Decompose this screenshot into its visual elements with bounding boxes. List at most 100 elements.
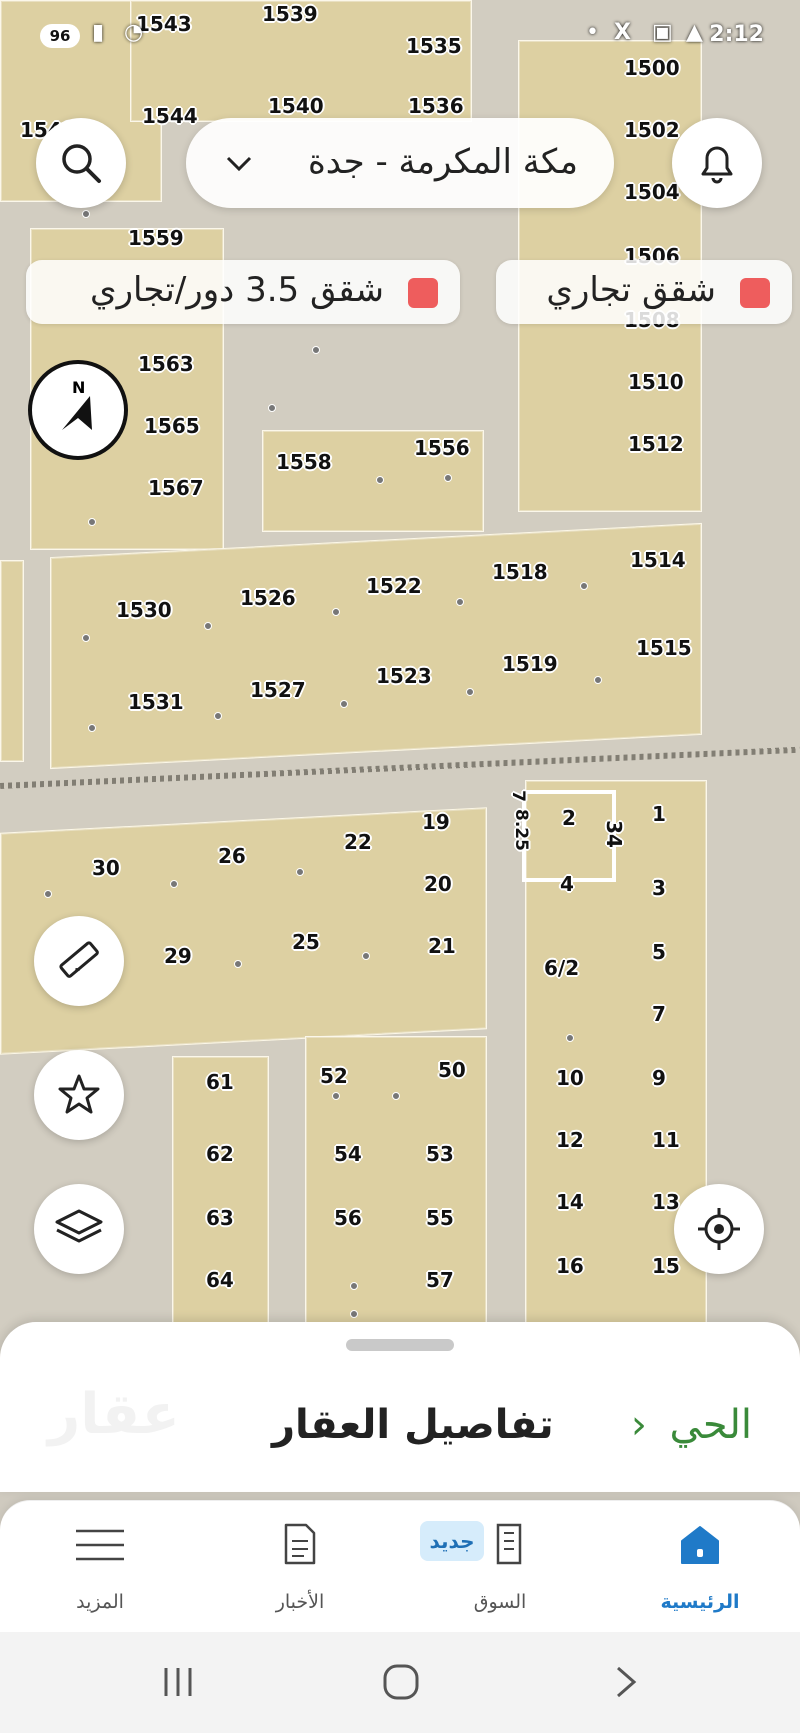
plot-number[interactable]: 34 — [602, 820, 626, 848]
plot-number[interactable]: 56 — [334, 1206, 362, 1230]
plot-number[interactable]: 1559 — [128, 226, 184, 250]
plot-number[interactable]: 1522 — [366, 574, 422, 598]
plot-number[interactable]: 57 — [426, 1268, 454, 1292]
plot-number[interactable]: 1510 — [628, 370, 684, 394]
layers-icon — [55, 1209, 103, 1243]
plot-number[interactable]: 26 — [218, 844, 246, 868]
plot-number[interactable]: 1523 — [376, 664, 432, 688]
plot-marker — [44, 890, 52, 898]
back-icon[interactable] — [612, 1664, 640, 1700]
plot-number[interactable]: 1544 — [142, 104, 198, 128]
plot-number[interactable]: 30 — [92, 856, 120, 880]
plot-number[interactable]: 9 — [652, 1066, 666, 1090]
plot-number[interactable]: 10 — [556, 1066, 584, 1090]
plot-number[interactable]: 1519 — [502, 652, 558, 676]
plot-number[interactable]: 16 — [556, 1254, 584, 1278]
plot-number[interactable]: 1536 — [408, 94, 464, 118]
nav-more[interactable]: المزيد — [30, 1501, 170, 1633]
home-circle-icon[interactable] — [382, 1663, 420, 1701]
plot-marker — [204, 622, 212, 630]
plot-number[interactable]: 1526 — [240, 586, 296, 610]
plot-number[interactable]: 1512 — [628, 432, 684, 456]
dot-icon: • — [586, 20, 599, 45]
battery-indicator: 96 — [40, 24, 80, 48]
plot-number[interactable]: 1514 — [630, 548, 686, 572]
filter-chip-commercial-apartments[interactable]: شقق تجاري — [496, 260, 792, 324]
favorites-button[interactable] — [34, 1050, 124, 1140]
chip-label: شقق تجاري — [546, 270, 716, 310]
plot-number[interactable]: 12 — [556, 1128, 584, 1152]
plot-number[interactable]: 1527 — [250, 678, 306, 702]
plot-number[interactable]: 63 — [206, 1206, 234, 1230]
district-link[interactable]: الحي ‹ — [631, 1402, 752, 1448]
plot-number[interactable]: 52 — [320, 1064, 348, 1088]
nav-home[interactable]: الرئيسية — [630, 1501, 770, 1633]
plot-number[interactable]: 1567 — [148, 476, 204, 500]
plot-number[interactable]: 1504 — [624, 180, 680, 204]
map-block — [50, 522, 702, 770]
star-icon — [58, 1074, 100, 1114]
plot-number[interactable]: 5 — [652, 940, 666, 964]
plot-marker — [392, 1092, 400, 1100]
plot-number[interactable]: 14 — [556, 1190, 584, 1214]
plot-number[interactable]: 2 — [562, 806, 576, 830]
plot-number[interactable]: 1515 — [636, 636, 692, 660]
plot-number[interactable]: 1565 — [144, 414, 200, 438]
plot-number[interactable]: 20 — [424, 872, 452, 896]
plot-number[interactable]: 1530 — [116, 598, 172, 622]
menu-icon — [76, 1529, 124, 1561]
plot-number[interactable]: 1502 — [624, 118, 680, 142]
signal-icon: ▮ — [92, 20, 105, 45]
nav-news[interactable]: الأخبار — [230, 1501, 370, 1633]
plot-number[interactable]: 1558 — [276, 450, 332, 474]
plot-number[interactable]: 1540 — [268, 94, 324, 118]
plot-number[interactable]: 50 — [438, 1058, 466, 1082]
filter-chip-apartments-floors[interactable]: شقق 3.5 دور/تجاري — [26, 260, 460, 324]
plot-number[interactable]: 54 — [334, 1142, 362, 1166]
plot-number[interactable]: 1563 — [138, 352, 194, 376]
plot-number[interactable]: 62 — [206, 1142, 234, 1166]
wifi-icon: ◔ — [124, 20, 144, 45]
plot-number[interactable]: 1531 — [128, 690, 184, 714]
plot-number[interactable]: 15 — [652, 1254, 680, 1278]
ruler-icon — [59, 941, 99, 978]
notification-button[interactable] — [672, 118, 762, 208]
search-icon — [62, 144, 101, 183]
plot-number[interactable]: 29 — [164, 944, 192, 968]
plot-number[interactable]: 53 — [426, 1142, 454, 1166]
news-icon — [284, 1523, 316, 1565]
plot-marker — [376, 476, 384, 484]
plot-number[interactable]: 55 — [426, 1206, 454, 1230]
plot-number[interactable]: 19 — [422, 810, 450, 834]
plot-number[interactable]: 1 — [652, 802, 666, 826]
plot-number[interactable]: 25 — [292, 930, 320, 954]
sheet-drag-handle[interactable] — [346, 1339, 454, 1351]
plot-number[interactable]: 61 — [206, 1070, 234, 1094]
plot-number[interactable]: 4 — [560, 872, 574, 896]
recent-apps-icon[interactable] — [160, 1666, 196, 1698]
plot-number[interactable]: 11 — [652, 1128, 680, 1152]
location-text: مكة المكرمة - جدة — [307, 142, 578, 182]
plot-number[interactable]: 1518 — [492, 560, 548, 584]
plot-number[interactable]: 7 — [652, 1002, 666, 1026]
measure-button[interactable] — [34, 916, 124, 1006]
location-selector[interactable]: مكة المكرمة - جدة — [186, 118, 614, 208]
plot-number[interactable]: 1556 — [414, 436, 470, 460]
plot-marker — [456, 598, 464, 606]
plot-number[interactable]: 6/2 — [544, 956, 579, 980]
plot-number[interactable]: 64 — [206, 1268, 234, 1292]
plot-marker — [296, 868, 304, 876]
plot-marker — [580, 582, 588, 590]
property-details-sheet[interactable]: عقار تفاصيل العقار الحي ‹ — [0, 1322, 800, 1492]
plot-number[interactable]: 13 — [652, 1190, 680, 1214]
search-button[interactable] — [36, 118, 126, 208]
plot-number[interactable]: 21 — [428, 934, 456, 958]
plot-number[interactable]: 22 — [344, 830, 372, 854]
compass[interactable]: N — [28, 360, 128, 460]
layers-button[interactable] — [34, 1184, 124, 1274]
plot-marker — [82, 634, 90, 642]
plot-number[interactable]: 3 — [652, 876, 666, 900]
home-icon — [681, 1526, 719, 1564]
new-badge: جديد — [420, 1521, 484, 1561]
my-location-button[interactable] — [674, 1184, 764, 1274]
